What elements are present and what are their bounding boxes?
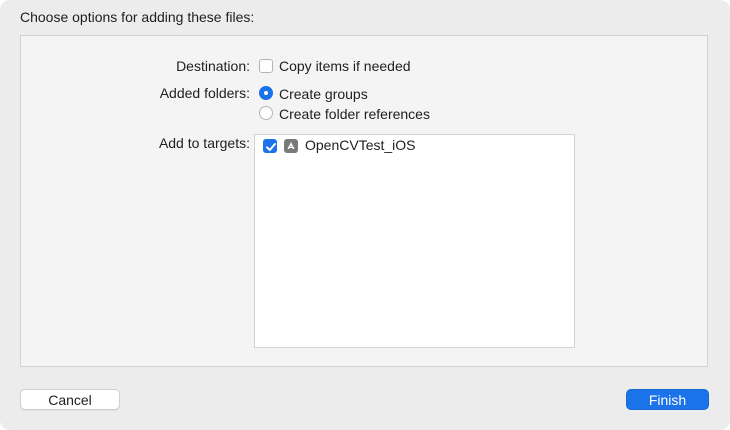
added-folders-label: Added folders: (159, 85, 250, 101)
create-folder-references-radio[interactable] (259, 106, 273, 120)
app-target-icon (284, 139, 298, 153)
target-checkbox[interactable] (263, 139, 277, 153)
radio-selected-dot (264, 91, 268, 95)
create-groups-label: Create groups (279, 86, 368, 102)
add-files-dialog: Choose options for adding these files: D… (0, 0, 730, 430)
finish-button[interactable]: Finish (626, 389, 709, 410)
checkmark-icon (266, 143, 276, 151)
target-row-opencvtest-ios[interactable]: OpenCVTest_iOS (255, 135, 574, 157)
add-to-targets-label: Add to targets: (158, 135, 250, 151)
create-folder-references-label: Create folder references (279, 106, 430, 122)
create-groups-radio[interactable] (259, 86, 273, 100)
targets-list: OpenCVTest_iOS (254, 134, 575, 348)
cancel-button[interactable]: Cancel (20, 389, 120, 410)
options-panel: Destination: Copy items if needed Added … (20, 35, 708, 367)
copy-items-checkbox[interactable] (259, 59, 273, 73)
dialog-title: Choose options for adding these files: (20, 9, 255, 25)
copy-items-label: Copy items if needed (279, 58, 411, 74)
destination-label: Destination: (176, 58, 250, 74)
target-name: OpenCVTest_iOS (305, 137, 416, 153)
